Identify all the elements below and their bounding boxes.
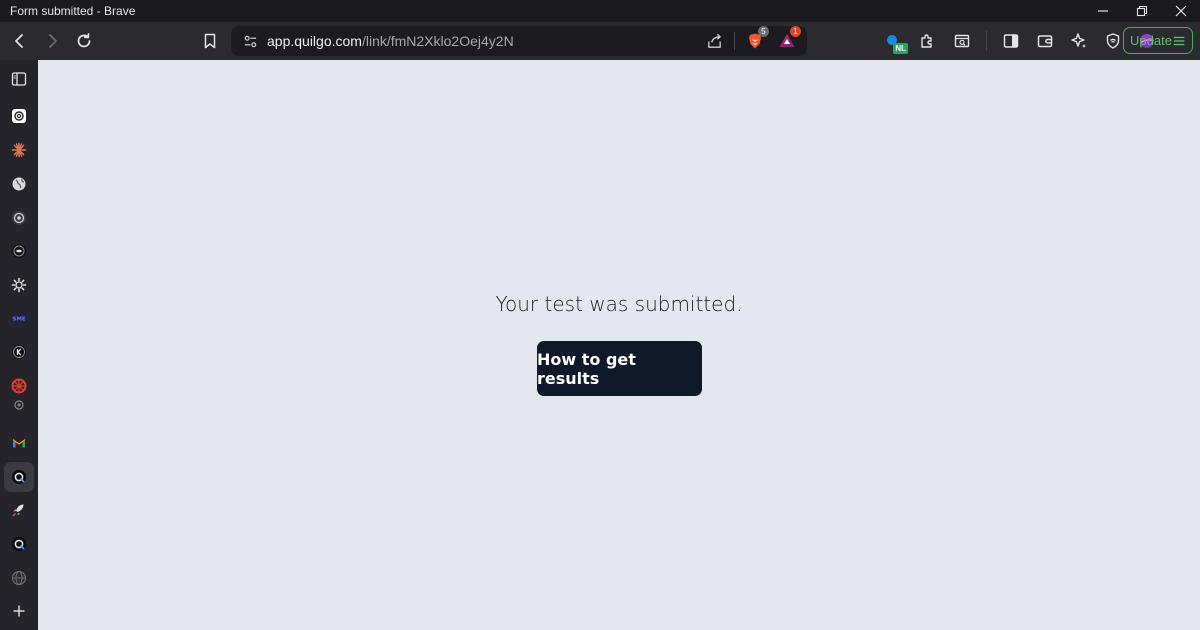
forward-button[interactable] (38, 27, 66, 55)
brave-shields-button[interactable]: 5 (743, 26, 769, 53)
red-wheel-icon (11, 378, 27, 394)
shields-count-badge: 5 (758, 26, 769, 37)
sidebar-item-rocket[interactable] (4, 495, 34, 525)
how-to-get-results-button[interactable]: How to get results (537, 341, 702, 396)
rocket-icon (12, 504, 24, 517)
sidebar-panel-icon (11, 72, 27, 86)
sidebar-toggle-button[interactable] (997, 27, 1025, 55)
vpn-shield-icon (1106, 33, 1120, 49)
sidebar-panel-icon (1003, 34, 1019, 48)
update-button[interactable]: Update (1123, 27, 1193, 54)
sidebar-item-toggle-panel[interactable] (4, 64, 34, 94)
sidebar-item-sme[interactable]: SME (4, 303, 34, 333)
leo-ai-button[interactable] (1065, 27, 1093, 55)
screenshot-search-icon (954, 34, 970, 48)
sidebar-item-web[interactable] (4, 563, 34, 593)
chatgpt-icon (12, 109, 26, 123)
sidebar-item-chatgpt[interactable] (4, 101, 34, 131)
bookmark-button[interactable] (196, 27, 224, 55)
chevron-right-icon (49, 34, 57, 48)
sidebar-item-bot[interactable] (4, 236, 34, 266)
k-app-icon (12, 345, 26, 359)
sidebar-item-k-app[interactable] (4, 337, 34, 367)
bot-icon (12, 244, 26, 258)
sidebar-item-gmail[interactable] (4, 428, 34, 458)
sidebar-item-globe[interactable] (4, 169, 34, 199)
back-button[interactable] (6, 27, 34, 55)
page-content: Your test was submitted. How to get resu… (38, 60, 1200, 630)
reload-icon (77, 33, 91, 48)
site-info-button[interactable] (235, 34, 265, 49)
url-text[interactable]: app.quilgo.com/link/fmN2Xklo2Oej4y2N (265, 33, 702, 49)
share-button[interactable] (702, 29, 726, 53)
sidebar-item-gear-app[interactable] (4, 270, 34, 300)
openai-icon (12, 211, 26, 225)
claude-sunburst-icon (11, 142, 27, 158)
bookmark-icon (204, 33, 216, 49)
gmail-icon (12, 439, 26, 448)
globe-icon (12, 177, 26, 191)
url-host: app.quilgo.com (267, 33, 362, 49)
quilgo-icon (12, 537, 26, 551)
close-button[interactable] (1161, 0, 1200, 22)
address-bar[interactable]: app.quilgo.com/link/fmN2Xklo2Oej4y2N 5 1 (231, 26, 807, 56)
rewards-count-badge: 1 (790, 26, 801, 37)
hamburger-menu-icon (1173, 36, 1185, 45)
sidebar-item-hidden[interactable] (4, 396, 34, 414)
web-globe-icon (12, 571, 26, 585)
restore-button[interactable] (1122, 0, 1161, 22)
url-divider (734, 32, 735, 50)
share-icon (707, 33, 721, 48)
sparkle-icon (1071, 33, 1086, 48)
quilgo-icon (12, 470, 26, 484)
sidebar-item-claude[interactable] (4, 135, 34, 165)
reload-button[interactable] (70, 27, 98, 55)
minimize-icon (1097, 10, 1108, 12)
close-icon (1175, 5, 1186, 17)
url-path: /link/fmN2Xklo2Oej4y2N (361, 33, 514, 49)
brave-rewards-button[interactable]: 1 (775, 26, 801, 53)
plus-icon (13, 605, 25, 617)
profile-badge: NL (893, 43, 908, 54)
profile-extension-button[interactable]: NL (880, 27, 908, 55)
browser-sidebar: SME (0, 60, 38, 630)
wallet-button[interactable] (1031, 27, 1059, 55)
small-circle-icon (14, 400, 24, 410)
update-label: Update (1130, 33, 1172, 48)
window-controls (1083, 0, 1200, 22)
minimize-button[interactable] (1083, 0, 1122, 22)
submission-message: Your test was submitted. (495, 292, 743, 316)
puzzle-icon (921, 34, 932, 48)
chevron-left-icon (15, 34, 23, 48)
sidebar-add-button[interactable] (4, 596, 34, 626)
extensions-button[interactable] (914, 27, 942, 55)
title-bar: Form submitted - Brave (0, 0, 1200, 22)
svg-text:SME: SME (12, 316, 25, 322)
wallet-icon (1037, 35, 1053, 48)
browser-toolbar: app.quilgo.com/link/fmN2Xklo2Oej4y2N 5 1… (0, 22, 1200, 60)
toolbar-divider (986, 31, 987, 51)
sidebar-item-quilgo-active[interactable] (4, 462, 34, 492)
sidebar-item-openai[interactable] (4, 203, 34, 233)
screenshot-button[interactable] (948, 27, 976, 55)
sme-icon: SME (11, 314, 27, 322)
extensions-area: NL (880, 26, 1161, 56)
tune-icon (244, 35, 256, 47)
gear-icon (11, 277, 27, 293)
sidebar-item-quilgo[interactable] (4, 529, 34, 559)
window-title: Form submitted - Brave (10, 4, 136, 18)
restore-icon (1136, 5, 1147, 17)
